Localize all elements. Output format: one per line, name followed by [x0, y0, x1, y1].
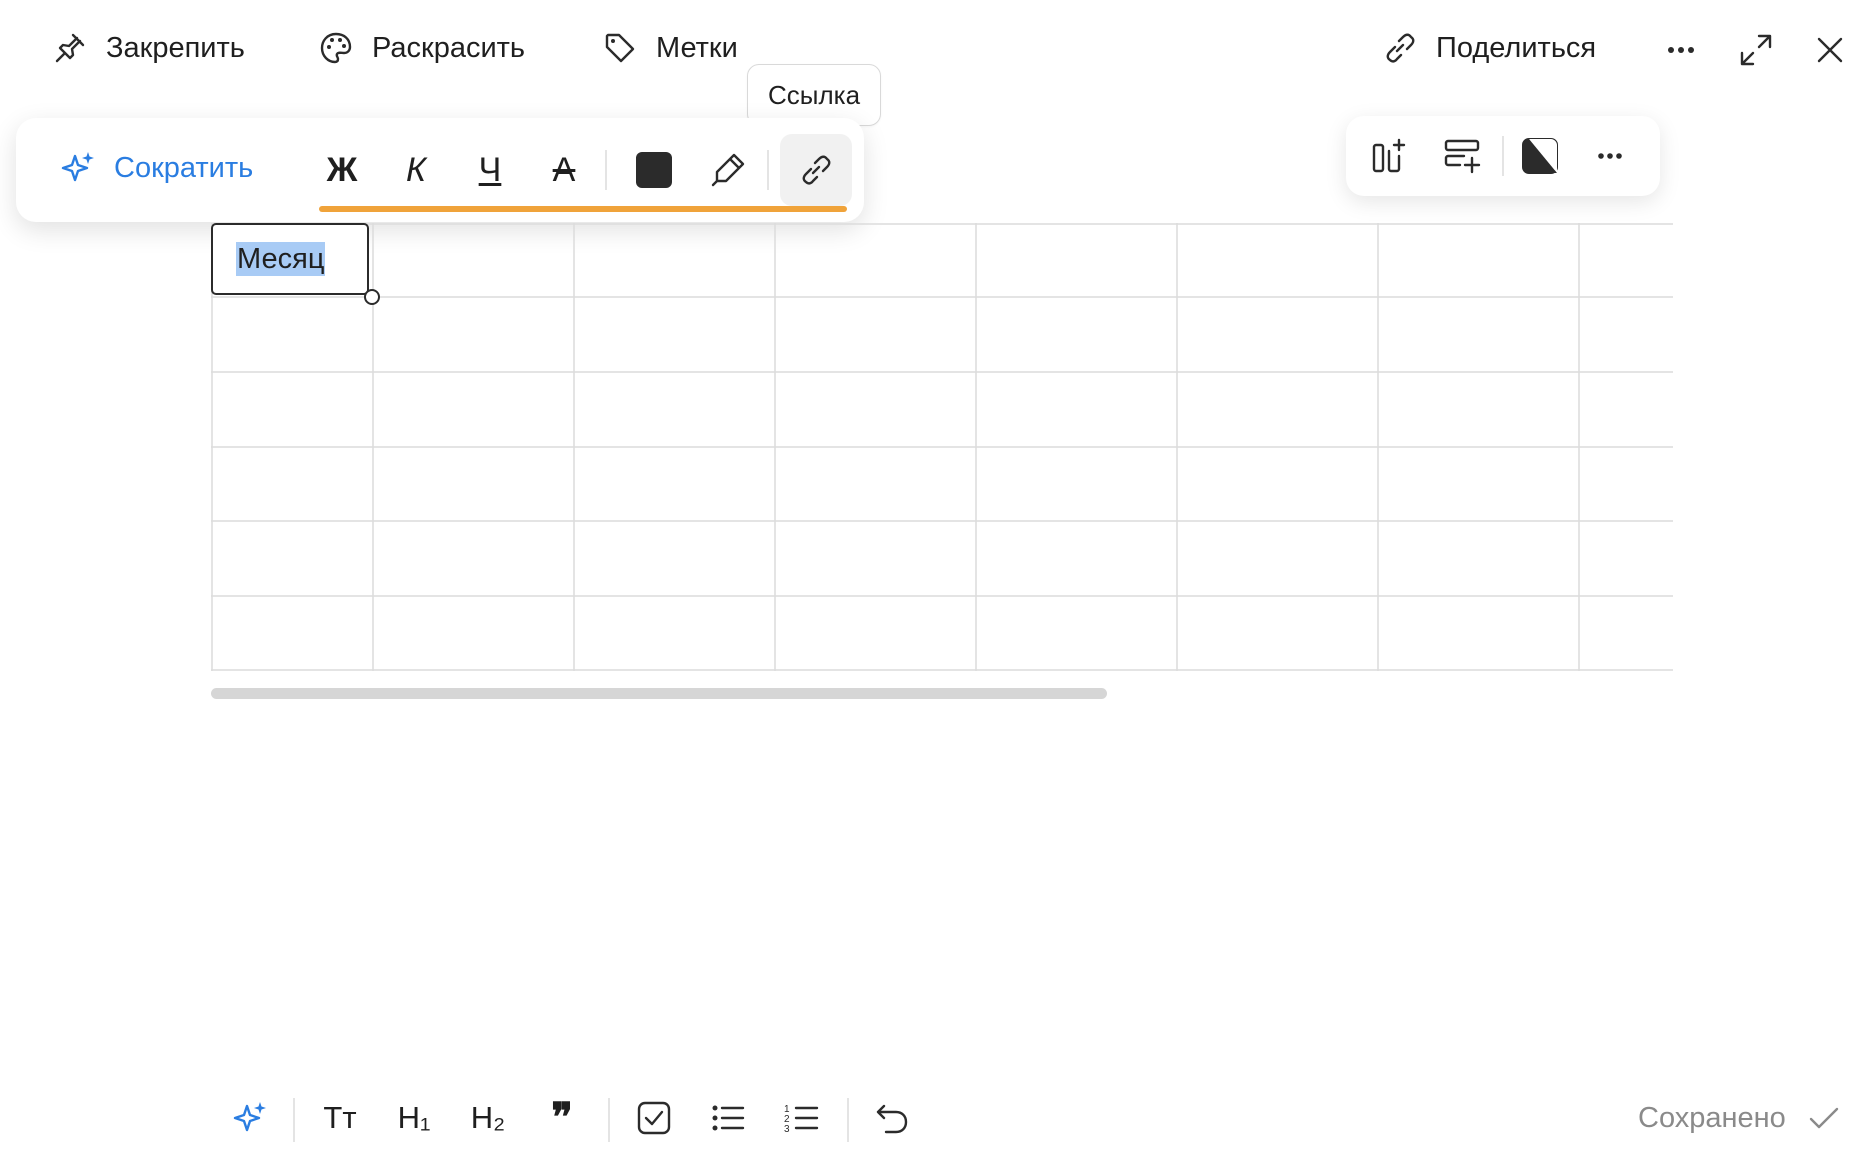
close-icon — [1810, 30, 1850, 70]
checkbox-icon — [634, 1098, 674, 1138]
link-icon — [1382, 30, 1418, 66]
bold-glyph: Ж — [326, 150, 358, 189]
pin-button[interactable]: Закрепить — [52, 30, 245, 66]
color-label: Раскрасить — [372, 31, 526, 64]
svg-text:3: 3 — [784, 1124, 790, 1135]
toolbar-divider — [1502, 136, 1504, 176]
close-button[interactable] — [1810, 30, 1850, 70]
undo-button[interactable] — [868, 1094, 916, 1142]
text-color-button[interactable] — [628, 144, 680, 196]
toolbar-divider — [767, 150, 769, 190]
expand-icon — [1736, 30, 1776, 70]
link-button[interactable] — [780, 134, 852, 206]
tags-label: Метки — [656, 31, 738, 64]
active-format-underline — [319, 206, 847, 212]
checklist-button[interactable] — [630, 1094, 678, 1142]
highlight-button[interactable] — [702, 144, 754, 196]
tag-icon — [602, 30, 638, 66]
heading1-label: H₁ — [397, 1100, 431, 1135]
ai-assist-button[interactable] — [226, 1094, 274, 1142]
tags-button[interactable]: Метки — [602, 30, 738, 66]
add-row-button[interactable] — [1438, 132, 1486, 180]
toolbar-divider — [293, 1098, 295, 1142]
more-horizontal-icon — [1661, 30, 1701, 70]
more-options-button[interactable] — [1660, 30, 1702, 70]
heading1-button[interactable]: H₁ — [388, 1094, 440, 1142]
ai-shorten-label: Сократить — [114, 151, 254, 184]
save-status: Сохранено — [1638, 1100, 1842, 1136]
toolbar-divider — [605, 150, 607, 190]
quote-icon: ❞ — [551, 1096, 573, 1140]
sparkle-icon — [58, 148, 98, 188]
add-row-icon — [1442, 136, 1482, 176]
palette-icon — [318, 30, 354, 66]
horizontal-scrollbar[interactable] — [211, 688, 1107, 699]
table-grid — [211, 223, 1673, 671]
undo-icon — [872, 1098, 912, 1138]
sparkle-icon — [230, 1098, 270, 1138]
italic-glyph: К — [405, 150, 427, 189]
italic-button[interactable]: К — [390, 144, 442, 196]
highlighter-icon — [708, 150, 748, 190]
more-horizontal-icon — [1590, 136, 1630, 176]
numbered-list-button[interactable]: 1 2 3 — [778, 1094, 826, 1142]
strikethrough-button[interactable]: А — [538, 144, 590, 196]
underline-glyph: Ч — [478, 150, 502, 189]
share-label: Поделиться — [1436, 31, 1597, 64]
cell-resize-handle[interactable] — [364, 289, 380, 305]
bullet-list-icon — [708, 1098, 748, 1138]
strike-glyph: А — [552, 150, 576, 189]
selected-table-cell[interactable]: Месяц — [211, 223, 369, 295]
color-swatch-icon — [634, 150, 674, 190]
share-button[interactable]: Поделиться — [1382, 30, 1596, 66]
link-tooltip: Ссылка — [747, 64, 882, 126]
toolbar-divider — [608, 1098, 610, 1142]
expand-button[interactable] — [1736, 30, 1776, 70]
contrast-icon — [1520, 136, 1560, 176]
cell-text[interactable]: Месяц — [236, 242, 326, 276]
saved-label: Сохранено — [1638, 1101, 1786, 1134]
format-toolbar: Сократить Ж К Ч А — [16, 118, 864, 222]
table-more-button[interactable] — [1586, 132, 1634, 180]
text-size-label: Тт — [323, 1100, 357, 1135]
color-button[interactable]: Раскрасить — [318, 30, 525, 66]
add-column-button[interactable] — [1366, 132, 1414, 180]
link-icon — [796, 150, 836, 190]
heading2-button[interactable]: H₂ — [462, 1094, 514, 1142]
add-column-icon — [1370, 136, 1410, 176]
bold-button[interactable]: Ж — [316, 144, 368, 196]
text-size-button[interactable]: Тт — [314, 1094, 366, 1142]
pin-icon — [52, 30, 88, 66]
underline-button[interactable]: Ч — [464, 144, 516, 196]
quote-button[interactable]: ❞ — [536, 1094, 588, 1142]
toolbar-divider — [847, 1098, 849, 1142]
checkmark-icon — [1806, 1100, 1842, 1136]
heading2-label: H₂ — [470, 1100, 506, 1135]
tooltip-text: Ссылка — [768, 80, 861, 110]
table-toolbar — [1346, 116, 1660, 196]
ai-shorten-button[interactable]: Сократить — [58, 148, 253, 188]
bullet-list-button[interactable] — [704, 1094, 752, 1142]
numbered-list-icon: 1 2 3 — [782, 1098, 822, 1138]
cell-background-button[interactable] — [1516, 132, 1564, 180]
pin-label: Закрепить — [106, 31, 245, 64]
